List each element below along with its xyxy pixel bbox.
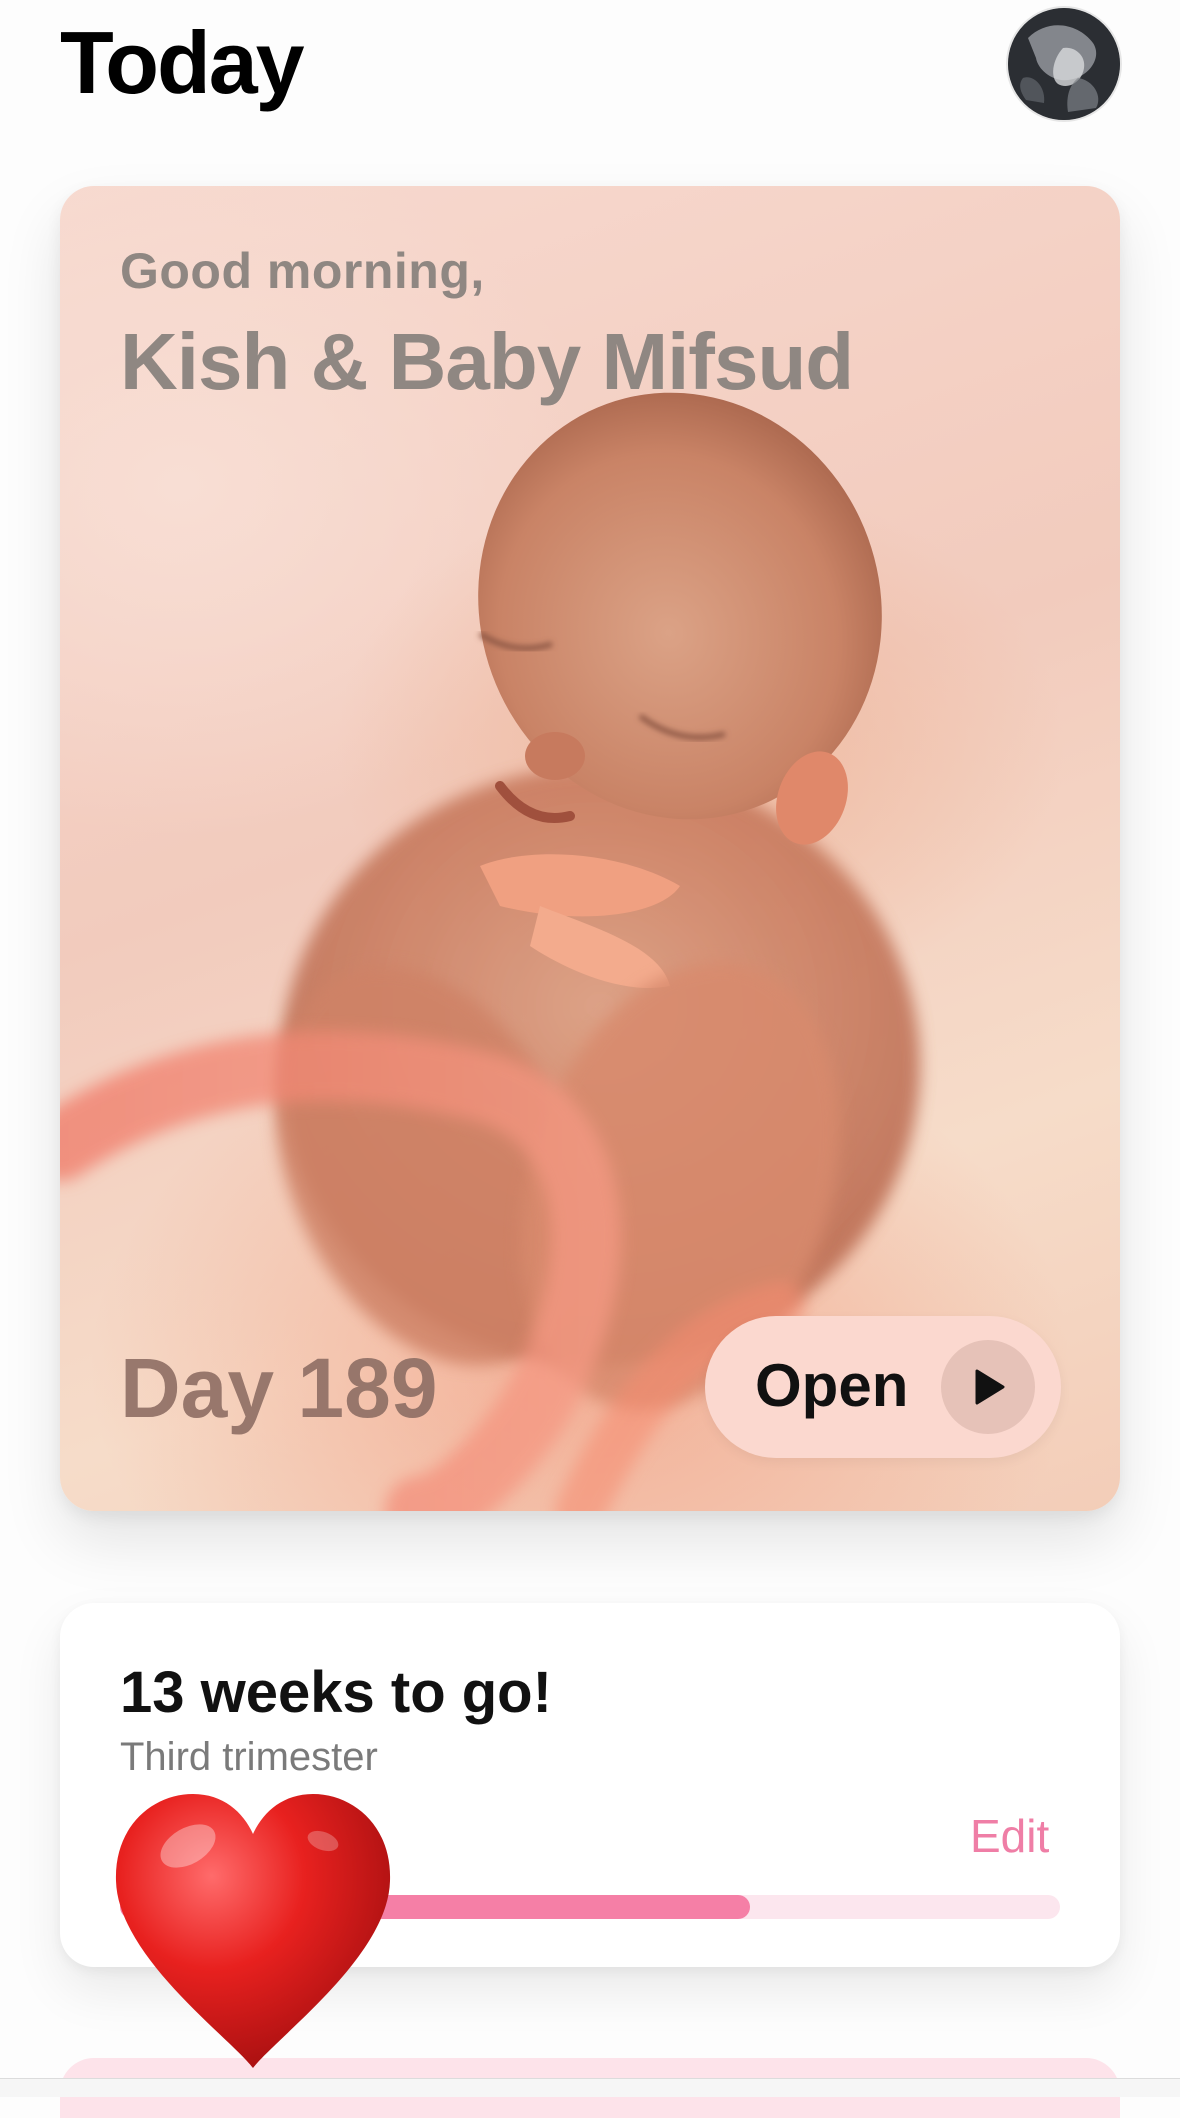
edit-button[interactable]: Edit: [970, 1809, 1049, 1863]
play-icon: [941, 1340, 1035, 1434]
profile-avatar[interactable]: [1006, 6, 1122, 122]
open-button[interactable]: Open: [705, 1316, 1061, 1458]
user-names: Kish & Baby Mifsud: [120, 317, 854, 406]
page-title: Today: [60, 13, 305, 112]
today-hero-card[interactable]: Good morning, Kish & Baby Mifsud Day 189…: [60, 186, 1120, 1511]
greeting-text: Good morning,: [120, 243, 485, 299]
weeks-to-go-title: 13 weeks to go!: [120, 1660, 552, 1725]
pregnancy-day-count: Day 189: [120, 1341, 438, 1435]
avatar-photo: [1008, 8, 1120, 120]
red-heart-icon: [115, 1794, 391, 2068]
open-button-label: Open: [755, 1352, 909, 1419]
trimester-label: Third trimester: [120, 1735, 378, 1779]
tab-bar: [0, 2078, 1180, 2097]
